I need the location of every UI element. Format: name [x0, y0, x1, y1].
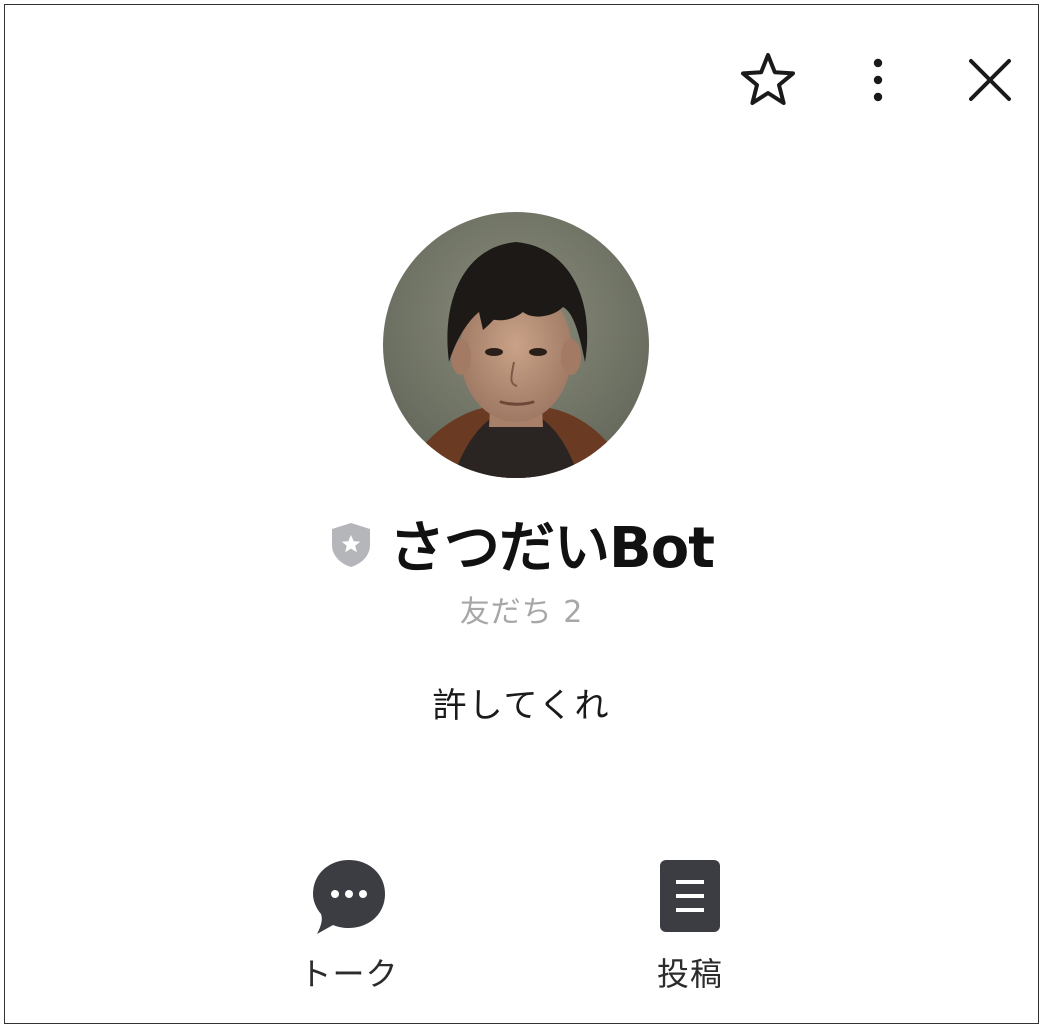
post-icon-wrap: [645, 851, 735, 941]
profile-photo: [383, 212, 649, 478]
more-vertical-icon: [873, 58, 883, 102]
close-button[interactable]: [955, 45, 1025, 115]
post-label: 投稿: [656, 955, 723, 993]
friends-count[interactable]: 友だち 2: [5, 587, 1038, 631]
profile-name: さつだいBot: [389, 515, 715, 581]
star-outline-icon: [741, 53, 795, 105]
status-message: 許してくれ: [432, 686, 611, 726]
chat-bubble-icon: [313, 860, 385, 934]
post-document-icon: [660, 860, 720, 932]
talk-icon-wrap: [304, 851, 394, 941]
profile-name-row: さつだいBot: [5, 508, 1038, 581]
profile-actions: トーク 投稿: [5, 845, 1038, 995]
talk-label: トーク: [299, 955, 399, 993]
close-icon: [969, 59, 1011, 101]
talk-button[interactable]: トーク: [274, 851, 424, 995]
more-options-button[interactable]: [843, 45, 913, 115]
favorite-button[interactable]: [733, 45, 803, 115]
profile-avatar[interactable]: [383, 212, 649, 478]
post-button[interactable]: 投稿: [615, 851, 765, 995]
official-shield-star-icon: [332, 523, 371, 567]
header-actions: [5, 5, 1038, 145]
profile-popup: さつだいBot 友だち 2 許してくれ トーク 投稿: [4, 4, 1039, 1024]
